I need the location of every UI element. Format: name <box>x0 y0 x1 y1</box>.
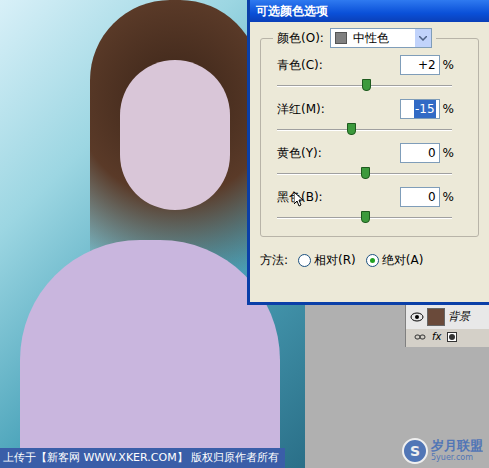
eye-icon[interactable] <box>410 312 424 322</box>
slider-label: 黄色(Y): <box>277 144 322 162</box>
color-group: 颜色(O):中性色青色(C):+2%洋红(M):-15%黄色(Y):0%黑色(B… <box>260 38 479 237</box>
link-icon[interactable] <box>414 333 426 341</box>
color-swatch <box>335 32 347 44</box>
title-bar: 可选颜色选项 <box>250 0 489 22</box>
layer-row[interactable]: 背景 <box>406 305 489 329</box>
slider-thumb[interactable] <box>361 211 370 223</box>
slider-track[interactable] <box>277 76 452 96</box>
layer-thumbnail <box>427 308 445 326</box>
watermark-url: 5yuer.com <box>431 454 473 463</box>
slider-thumb[interactable] <box>361 167 370 179</box>
caption-bar: 上传于【新客网 WWW.XKER.COM】 版权归原作者所有 <box>0 448 285 468</box>
cursor-icon <box>294 192 304 208</box>
layers-panel: 背景 fx <box>405 305 489 347</box>
slider-track[interactable] <box>277 208 452 228</box>
slider-row: 洋红(M):-15% <box>277 98 462 140</box>
slider-thumb[interactable] <box>362 79 371 91</box>
slider-row: 青色(C):+2% <box>277 54 462 96</box>
slider-row: 黑色(B):0% <box>277 186 462 228</box>
slider-value-field[interactable]: 0 <box>400 143 440 163</box>
slider-track[interactable] <box>277 120 452 140</box>
method-radio[interactable]: 绝对(A) <box>366 251 424 269</box>
watermark: S岁月联盟5yuer.com <box>402 438 483 464</box>
color-label: 颜色(O): <box>277 29 324 47</box>
selective-color-dialog: 可选颜色选项颜色(O):中性色青色(C):+2%洋红(M):-15%黄色(Y):… <box>247 0 489 305</box>
screen: 上传于【新客网 WWW.XKER.COM】 版权归原作者所有 背景 fx 可选颜色选项… <box>0 0 489 468</box>
method-row: 方法:相对(R)绝对(A) <box>260 251 479 269</box>
watermark-logo: S <box>402 438 428 464</box>
slider-value-field[interactable]: +2 <box>400 55 440 75</box>
color-dropdown[interactable]: 中性色 <box>330 28 432 48</box>
slider-label: 洋红(M): <box>277 100 325 118</box>
method-radio[interactable]: 相对(R) <box>298 251 356 269</box>
dialog-title: 可选颜色选项 <box>256 2 328 20</box>
slider-value-field[interactable]: -15 <box>400 99 440 119</box>
slider-value-field[interactable]: 0 <box>400 187 440 207</box>
mask-icon[interactable] <box>447 332 457 342</box>
dropdown-arrow-icon[interactable] <box>415 29 431 47</box>
slider-label: 青色(C): <box>277 56 323 74</box>
slider-thumb[interactable] <box>347 123 356 135</box>
fx-button[interactable]: fx <box>432 332 441 342</box>
slider-row: 黄色(Y):0% <box>277 142 462 184</box>
layer-name: 背景 <box>448 309 470 326</box>
watermark-text: 岁月联盟 <box>431 439 483 453</box>
slider-track[interactable] <box>277 164 452 184</box>
